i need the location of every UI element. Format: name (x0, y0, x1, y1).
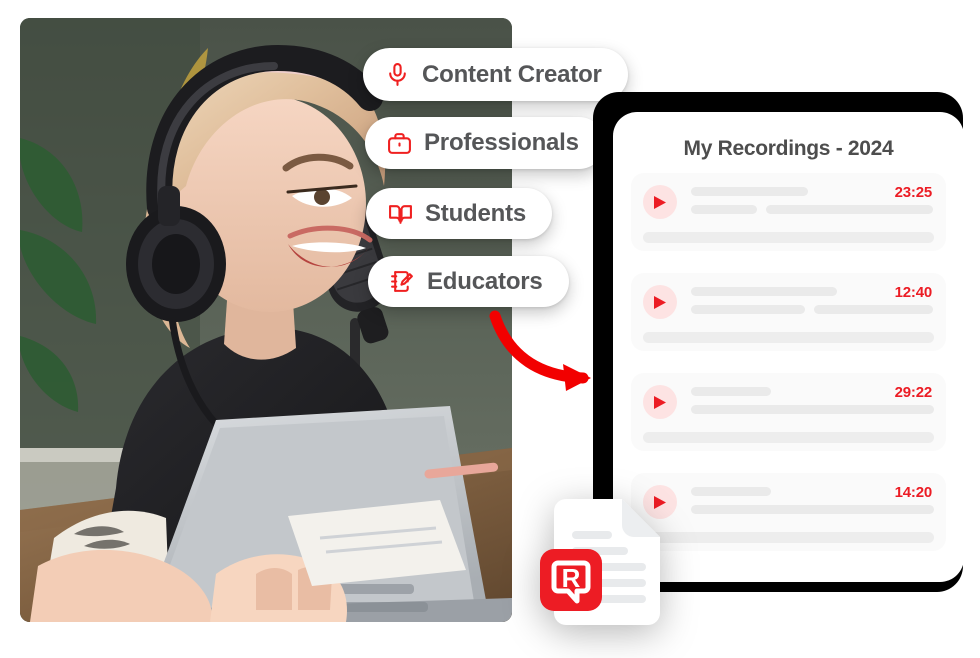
audience-pill-label: Professionals (424, 129, 579, 156)
open-book-icon (388, 201, 413, 226)
play-icon[interactable] (643, 185, 677, 219)
placeholder-bar-wide (643, 332, 934, 343)
play-icon[interactable] (643, 385, 677, 419)
audience-pill-label: Content Creator (422, 60, 602, 88)
briefcase-icon (387, 131, 412, 156)
photo-illustration (20, 18, 512, 622)
play-triangle-icon (654, 295, 666, 309)
placeholder-bar-wide (643, 532, 934, 543)
recording-duration: 23:25 (894, 184, 933, 201)
placeholder-bar (691, 487, 772, 496)
recording-row[interactable]: 12:40 (631, 273, 946, 351)
document-glyph: R (540, 499, 660, 625)
recording-duration: 14:20 (894, 484, 933, 501)
microphone-icon (385, 62, 410, 87)
placeholder-bar-wide (643, 432, 934, 443)
placeholder-bar (691, 187, 808, 196)
recording-row[interactable]: 14:20 (631, 473, 946, 551)
placeholder-bar (691, 205, 757, 214)
placeholder-bar (691, 405, 934, 414)
audience-pill-label: Students (425, 199, 527, 227)
audience-pill-label: Educators (427, 267, 543, 295)
placeholder-bar (765, 205, 934, 214)
promo-composition: Content Creator Professionals Students E… (0, 0, 980, 658)
audience-pill-content-creator[interactable]: Content Creator (363, 48, 628, 101)
recording-duration: 29:22 (894, 384, 933, 401)
play-triangle-icon (654, 195, 666, 209)
play-triangle-icon (654, 395, 666, 409)
document-icon[interactable]: R (538, 497, 678, 625)
placeholder-bar (691, 305, 806, 314)
notepad-pencil-icon (390, 269, 415, 294)
audience-pill-professionals[interactable]: Professionals (365, 117, 605, 169)
placeholder-bar-wide (643, 232, 934, 243)
podcast-photo (20, 18, 512, 622)
placeholder-bar (691, 505, 934, 514)
placeholder-bar (691, 287, 837, 296)
badge-letter: R (562, 563, 581, 593)
placeholder-bar (691, 387, 772, 396)
audience-pill-students[interactable]: Students (366, 188, 553, 239)
recording-duration: 12:40 (894, 284, 933, 301)
play-icon[interactable] (643, 285, 677, 319)
audience-pill-educators[interactable]: Educators (368, 256, 569, 307)
recordings-title: My Recordings - 2024 (683, 137, 894, 160)
recording-row[interactable]: 29:22 (631, 373, 946, 451)
placeholder-bar (814, 305, 934, 314)
recording-row[interactable]: 23:25 (631, 173, 946, 251)
